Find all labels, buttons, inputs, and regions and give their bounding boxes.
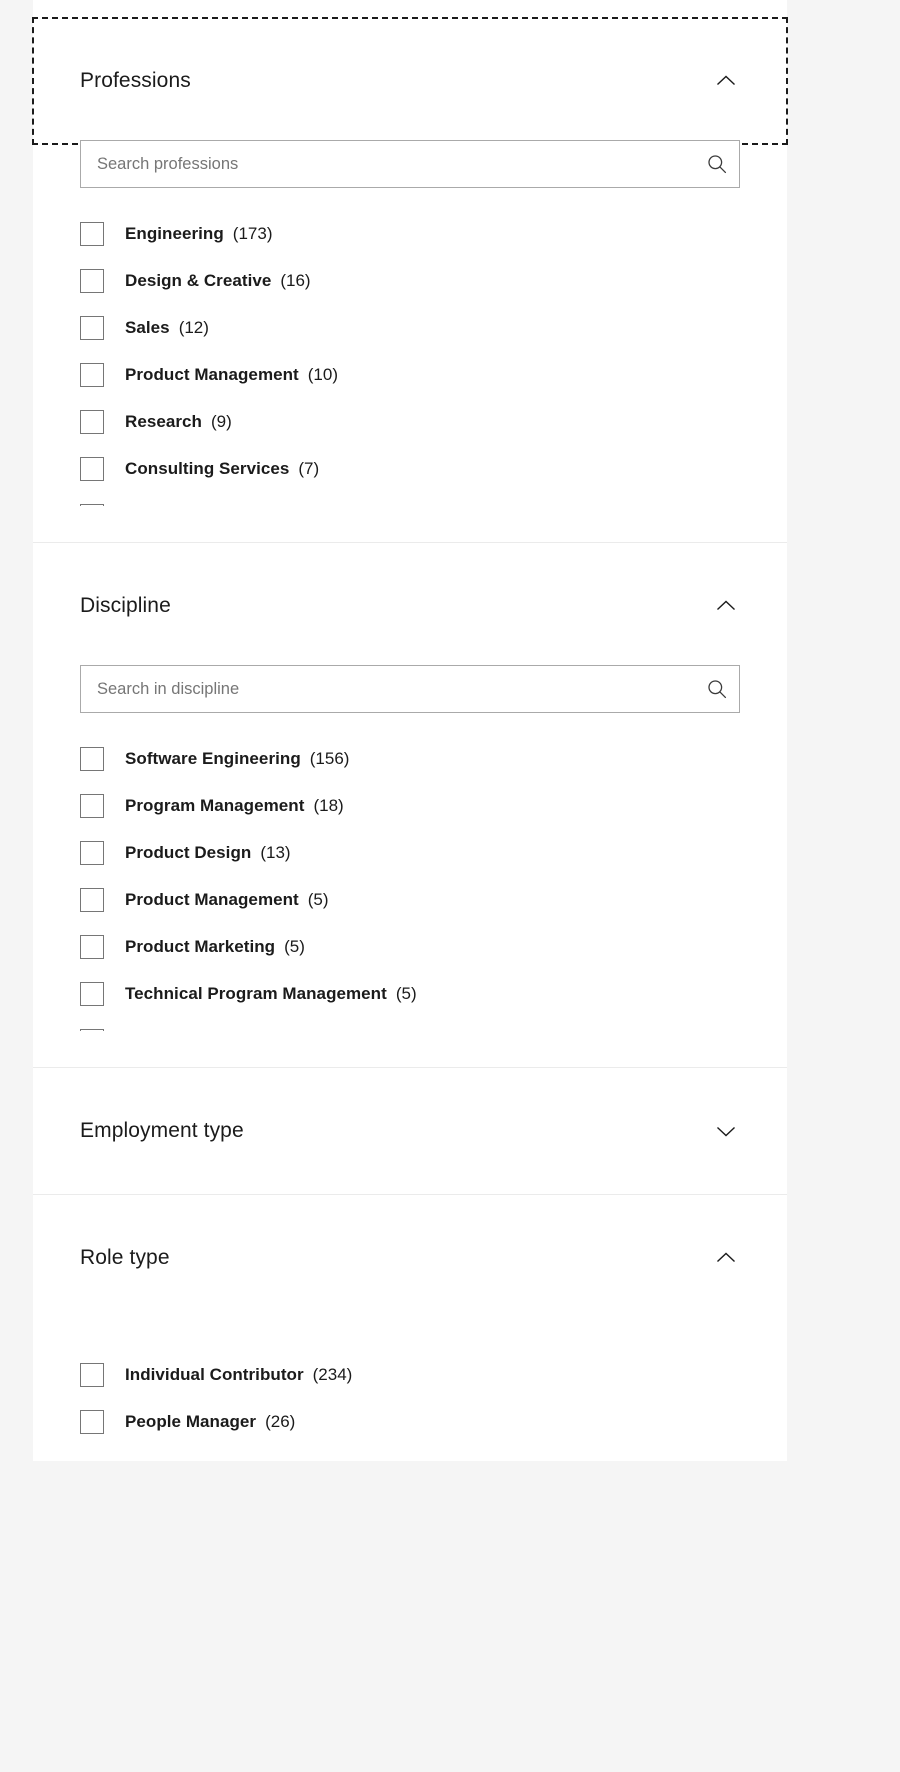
option-row-program-management[interactable]: Program Management (18) [80, 782, 740, 829]
checkbox-software-engineering[interactable] [80, 746, 104, 771]
option-row-engineering[interactable]: Engineering (173) [80, 210, 740, 257]
option-label: People Manager [125, 1411, 257, 1431]
filter-sidebar-page: Professions Search professions Engineeri… [0, 0, 900, 1772]
checkbox-sales[interactable] [80, 315, 104, 340]
professions-search-field[interactable] [80, 140, 740, 188]
professions-search-button[interactable] [695, 141, 739, 187]
option-row-product-design[interactable]: Product Design (13) [80, 829, 740, 876]
checkbox-marketing[interactable] [80, 503, 104, 506]
option-label: Researcher [125, 1031, 218, 1032]
option-count: (4) [227, 1031, 248, 1032]
option-count: (9) [210, 411, 232, 431]
section-title-employment-type: Employment type [80, 1119, 244, 1143]
section-header-professions[interactable]: Professions [32, 17, 788, 145]
option-row-consulting-services[interactable]: Consulting Services (7) [80, 445, 740, 492]
checkbox-product-marketing[interactable] [80, 934, 104, 959]
option-row-product-marketing[interactable]: Product Marketing (5) [80, 923, 740, 970]
option-row-people-manager[interactable]: People Manager (26) [80, 1398, 740, 1445]
checkbox-product-management[interactable] [80, 362, 104, 387]
section-header-discipline[interactable]: Discipline [33, 543, 787, 669]
chevron-up-icon[interactable] [713, 68, 739, 94]
option-count: (12) [178, 317, 209, 337]
search-professions-input[interactable] [81, 141, 695, 187]
option-count: (26) [265, 1411, 296, 1431]
checkbox-consulting-services[interactable] [80, 456, 104, 481]
option-count: (5) [307, 889, 329, 909]
option-label: Sales [125, 317, 170, 337]
option-row-product-management-discipline[interactable]: Product Management (5) [80, 876, 740, 923]
chevron-up-icon[interactable] [713, 593, 739, 619]
checkbox-engineering[interactable] [80, 221, 104, 246]
option-label: Product Marketing [125, 936, 276, 956]
filter-section-professions: Professions Search professions Engineeri… [32, 17, 788, 542]
discipline-search-button[interactable] [695, 666, 739, 712]
option-count: (5) [395, 983, 417, 1003]
option-row-technical-program-management[interactable]: Technical Program Management (5) [80, 970, 740, 1017]
option-count: (5) [284, 936, 305, 956]
section-title-professions: Professions [80, 69, 191, 93]
option-count: (156) [309, 748, 350, 768]
chevron-down-icon[interactable] [713, 1118, 739, 1144]
option-count: (13) [260, 842, 291, 862]
search-icon [708, 680, 727, 699]
section-title-discipline: Discipline [80, 594, 171, 618]
option-label: Research [125, 411, 202, 431]
option-row-design-creative[interactable]: Design & Creative (16) [80, 257, 740, 304]
filter-section-discipline: Discipline Search in discipline Software… [33, 542, 787, 1067]
option-row-software-engineering[interactable]: Software Engineering (156) [80, 735, 740, 782]
option-count: (10) [307, 364, 338, 384]
option-count: (234) [312, 1364, 353, 1384]
option-row-product-management[interactable]: Product Management (10) [80, 351, 740, 398]
option-label: Product Management [125, 364, 299, 384]
panel-top-strip [33, 0, 787, 18]
option-count: (16) [280, 270, 311, 290]
discipline-search-field[interactable] [80, 665, 740, 713]
role-type-option-list: Individual Contributor (234) People Mana… [33, 1321, 787, 1445]
professions-option-list[interactable]: Engineering (173) Design & Creative (16)… [33, 188, 787, 506]
option-label: Individual Contributor [125, 1364, 304, 1384]
option-label: Product Design [125, 842, 252, 862]
checkbox-people-manager[interactable] [80, 1409, 104, 1434]
checkbox-research[interactable] [80, 409, 104, 434]
checkbox-program-management[interactable] [80, 793, 104, 818]
checkbox-design-creative[interactable] [80, 268, 104, 293]
option-row-sales[interactable]: Sales (12) [80, 304, 740, 351]
checkbox-individual-contributor[interactable] [80, 1362, 104, 1387]
section-header-employment-type[interactable]: Employment type [33, 1068, 787, 1194]
filter-section-role-type: Role type Individual Contributor (234) P… [33, 1194, 787, 1461]
search-icon [708, 155, 727, 174]
checkbox-product-management-discipline[interactable] [80, 887, 104, 912]
option-row-marketing[interactable]: Marketing (7) [80, 492, 740, 506]
checkbox-researcher[interactable] [80, 1028, 104, 1031]
page-bottom-strip [0, 1753, 900, 1772]
search-discipline-input[interactable] [81, 666, 695, 712]
chevron-up-icon[interactable] [713, 1245, 739, 1271]
option-count: (7) [298, 458, 320, 478]
discipline-search-wrap [33, 665, 787, 713]
section-title-role-type: Role type [80, 1246, 170, 1270]
checkbox-product-design[interactable] [80, 840, 104, 865]
option-label: Marketing [125, 506, 206, 507]
option-count: (18) [313, 795, 344, 815]
option-count: (173) [232, 223, 273, 243]
option-label: Software Engineering [125, 748, 301, 768]
option-count: (7) [215, 506, 236, 507]
option-label: Design & Creative [125, 270, 272, 290]
professions-search-wrap [33, 140, 787, 188]
option-label: Product Management [125, 889, 299, 909]
option-row-researcher[interactable]: Researcher (4) [80, 1017, 740, 1031]
section-header-role-type[interactable]: Role type [33, 1195, 787, 1321]
discipline-option-list[interactable]: Software Engineering (156) Program Manag… [33, 713, 787, 1031]
option-row-individual-contributor[interactable]: Individual Contributor (234) [80, 1351, 740, 1398]
filter-section-employment-type: Employment type [33, 1067, 787, 1194]
option-label: Program Management [125, 795, 305, 815]
option-label: Consulting Services [125, 458, 290, 478]
option-label: Engineering [125, 223, 224, 243]
option-row-research[interactable]: Research (9) [80, 398, 740, 445]
option-label: Technical Program Management [125, 983, 387, 1003]
checkbox-technical-program-management[interactable] [80, 981, 104, 1006]
